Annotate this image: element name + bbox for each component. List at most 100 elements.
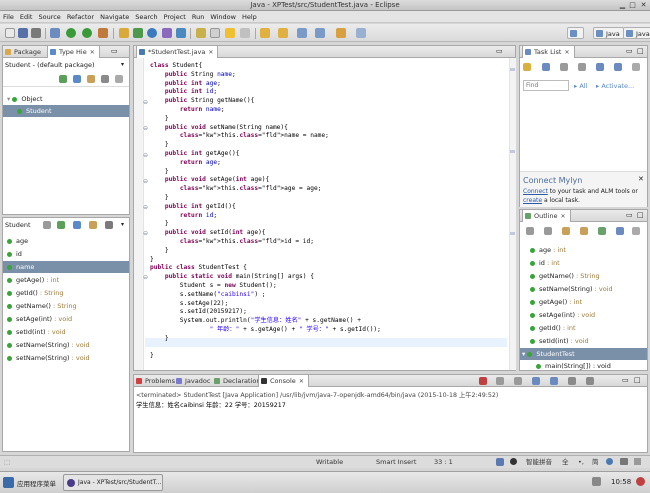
code-line[interactable]: System.out.println("学生信息：姓名" + s.getName… xyxy=(150,316,361,325)
run-icon[interactable] xyxy=(66,28,76,38)
sort-icon[interactable] xyxy=(57,221,65,229)
member-item-selected[interactable]: name xyxy=(3,261,129,273)
fold-icon[interactable]: ⊖ xyxy=(143,274,148,281)
ime-name[interactable]: 智能拼音 xyxy=(526,458,552,467)
code-line[interactable]: } xyxy=(150,167,169,176)
show-all-inherited-icon[interactable] xyxy=(43,221,51,229)
remove-launch-icon[interactable] xyxy=(496,377,504,385)
code-line[interactable]: public void setAge(int age){ xyxy=(150,175,269,184)
collapse-all-icon[interactable] xyxy=(596,63,604,71)
hide-local-types-icon[interactable] xyxy=(616,227,624,235)
external-tools-icon[interactable] xyxy=(98,28,108,38)
tab-javadoc[interactable]: Javadoc xyxy=(174,375,214,387)
find-input[interactable] xyxy=(523,80,569,91)
pin-console-icon[interactable] xyxy=(550,377,558,385)
tab-studenttest-java[interactable]: *StudentTest.java ✕ xyxy=(136,46,219,58)
tab-console[interactable]: Console ✕ xyxy=(258,375,309,387)
tab-task-list[interactable]: Task List ✕ xyxy=(522,46,575,58)
activate-link[interactable]: ▸ Activate... xyxy=(596,82,634,90)
overview-marker[interactable] xyxy=(510,68,515,71)
forward-history-icon[interactable] xyxy=(336,28,346,38)
open-type-icon[interactable] xyxy=(162,28,172,38)
code-line[interactable]: class Student{ xyxy=(150,61,202,70)
member-item[interactable]: getName() : String xyxy=(3,300,129,312)
code-line[interactable]: class="kw">this.class="fld">age = age; xyxy=(150,184,322,193)
debug-icon[interactable] xyxy=(50,28,60,38)
member-item[interactable]: setId(int) : void xyxy=(3,326,129,338)
outline-item[interactable]: setName(String) : void xyxy=(520,283,647,295)
member-item[interactable]: setAge(int) : void xyxy=(3,313,129,325)
minimize-view-icon[interactable]: ▭ xyxy=(626,211,633,219)
keyboard-icon[interactable] xyxy=(620,458,628,465)
code-line[interactable]: s.setId(20159217); xyxy=(150,307,247,316)
clear-console-icon[interactable] xyxy=(514,377,522,385)
close-icon[interactable]: ✕ xyxy=(564,49,569,56)
menu-project[interactable]: Project xyxy=(161,11,189,23)
sync-icon[interactable] xyxy=(578,63,586,71)
member-item[interactable]: getAge() : int xyxy=(3,274,129,286)
tree-item-student[interactable]: Student xyxy=(3,105,129,117)
sort-icon[interactable] xyxy=(544,227,552,235)
supertype-icon[interactable] xyxy=(59,75,67,83)
outline-item[interactable]: getName() : String xyxy=(520,270,647,282)
network-icon[interactable] xyxy=(592,477,601,486)
new-icon[interactable] xyxy=(5,28,15,38)
search-icon[interactable] xyxy=(176,28,186,38)
maximize-view-icon[interactable]: □ xyxy=(634,376,641,384)
tab-package-explorer[interactable]: Package xyxy=(3,46,45,58)
ime-soft-keyboard-icon[interactable] xyxy=(606,458,613,465)
code-line[interactable]: public void setName(String name){ xyxy=(150,123,288,132)
maximize-button[interactable]: □ xyxy=(628,1,637,9)
outline-item[interactable]: setAge(int) : void xyxy=(520,309,647,321)
view-menu-icon[interactable] xyxy=(632,227,640,235)
minimize-editor-icon[interactable]: ▭ xyxy=(496,47,503,55)
ime-simplified[interactable]: 简 xyxy=(592,458,599,467)
menu-source[interactable]: Source xyxy=(35,11,63,23)
code-line[interactable]: return id; xyxy=(150,211,217,220)
highlight-icon[interactable] xyxy=(225,28,235,38)
categories-icon[interactable] xyxy=(542,63,550,71)
code-line[interactable]: s.setName("caibinsi") ; xyxy=(150,290,266,299)
tab-declaration[interactable]: Declaration xyxy=(212,375,264,387)
hide-static-icon[interactable] xyxy=(89,221,97,229)
code-line[interactable]: } xyxy=(150,255,154,264)
hide-static-icon[interactable] xyxy=(580,227,588,235)
member-item[interactable]: getId() : String xyxy=(3,287,129,299)
close-icon[interactable]: ✕ xyxy=(299,378,304,385)
hide-fields-icon[interactable] xyxy=(73,221,81,229)
fast-view-icon[interactable]: ⬚ xyxy=(4,458,10,467)
maximize-view-icon[interactable]: □ xyxy=(637,47,644,55)
run-dropdown-icon[interactable] xyxy=(82,28,92,38)
overview-marker[interactable] xyxy=(510,232,515,235)
focus-icon[interactable] xyxy=(560,63,568,71)
close-icon[interactable]: ✕ xyxy=(638,175,644,183)
minimize-view-icon[interactable]: ▭ xyxy=(626,47,633,55)
view-menu-icon[interactable]: ▾ xyxy=(121,221,124,228)
menu-navigate[interactable]: Navigate xyxy=(97,11,132,23)
scroll-lock-icon[interactable] xyxy=(532,377,540,385)
hide-fields-icon[interactable] xyxy=(562,227,570,235)
close-icon[interactable]: ✕ xyxy=(90,49,95,56)
menu-file[interactable]: File xyxy=(0,11,17,23)
outline-item[interactable]: id : int xyxy=(520,257,647,269)
menu-search[interactable]: Search xyxy=(132,11,160,23)
save-icon[interactable] xyxy=(18,28,28,38)
outline-item[interactable]: getId() : int xyxy=(520,322,647,334)
fold-icon[interactable]: ⊖ xyxy=(143,125,148,132)
tab-outline[interactable]: Outline ✕ xyxy=(522,210,571,222)
code-line[interactable]: public int id; xyxy=(150,87,217,96)
menu-help[interactable]: Help xyxy=(239,11,260,23)
member-item[interactable]: setName(String) : void xyxy=(3,352,129,364)
code-line[interactable]: return name; xyxy=(150,105,225,114)
create-task-link[interactable]: create xyxy=(523,197,542,204)
code-line[interactable]: } xyxy=(150,140,169,149)
layout-icon[interactable] xyxy=(101,75,109,83)
last-edit-location-icon[interactable] xyxy=(297,28,307,38)
expand-all-icon[interactable] xyxy=(614,63,622,71)
new-package-icon[interactable] xyxy=(133,28,143,38)
ime-logo-icon[interactable] xyxy=(496,458,504,466)
outline-item-studenttest[interactable]: ▾ StudentTest xyxy=(520,348,647,360)
collapse-icon[interactable] xyxy=(526,227,534,235)
applications-menu[interactable]: 应用程序菜单 xyxy=(17,478,56,488)
subtype-icon[interactable] xyxy=(73,75,81,83)
